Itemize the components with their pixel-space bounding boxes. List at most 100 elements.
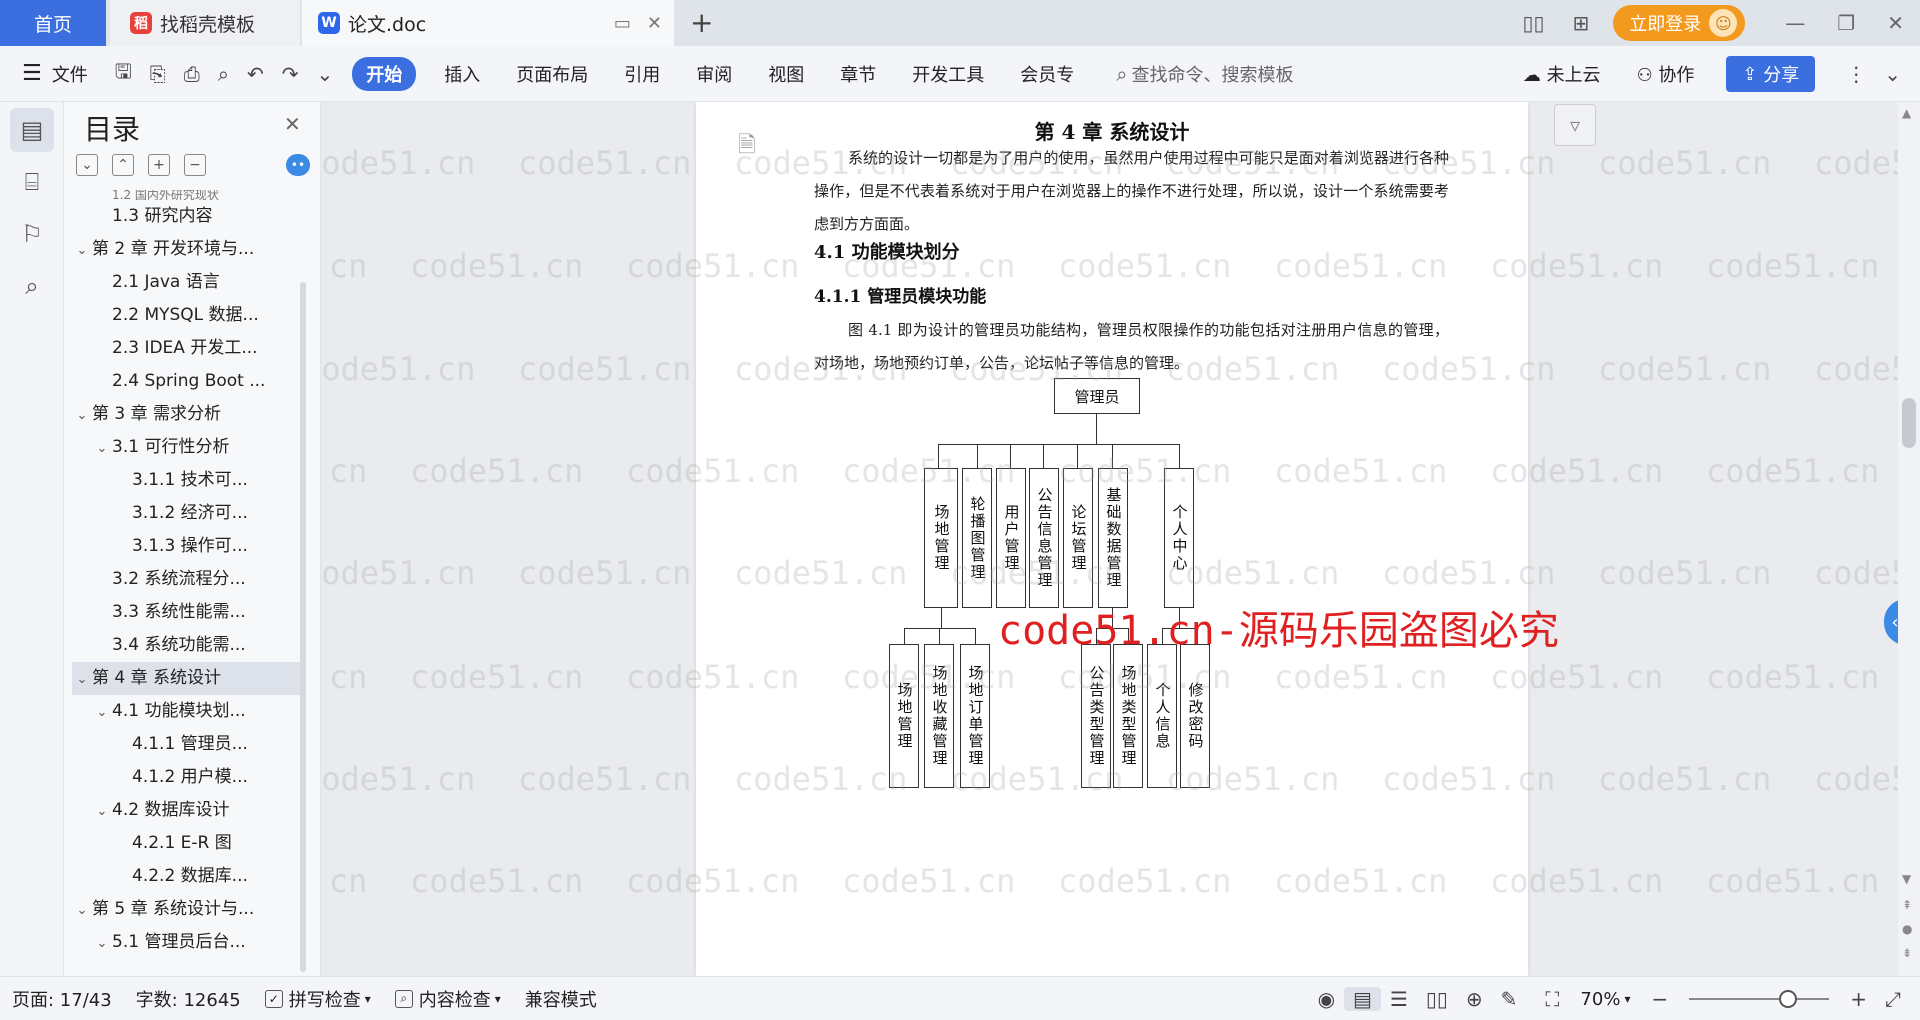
print-preview-icon[interactable]: ⌕ [209, 62, 238, 86]
chevron-down-icon[interactable]: ⌄ [92, 696, 112, 728]
new-tab-button[interactable]: + [690, 6, 713, 39]
minimize-icon[interactable]: — [1785, 11, 1805, 35]
ribbon-tab-layout[interactable]: 页面布局 [498, 61, 606, 87]
reading-view-icon[interactable]: ▯▯ [1417, 987, 1457, 1011]
content-check-button[interactable]: ⌕ 内容检查 ▾ [383, 986, 513, 1012]
ribbon-tab-chapter[interactable]: 章节 [822, 61, 894, 87]
toc-item[interactable]: ⌄ 4.2 数据库设计 [72, 794, 302, 827]
ribbon-tab-review[interactable]: 审阅 [678, 61, 750, 87]
word-count[interactable]: 字数: 12645 [124, 986, 253, 1012]
document-vertical-scrollbar[interactable]: ▲ ▼ ⇞ ● ⇟ [1898, 102, 1920, 976]
chevron-down-icon[interactable]: ⌄ [92, 927, 112, 959]
bookmark-icon[interactable]: ⚐ [10, 212, 54, 256]
tab-document[interactable]: W 论文.doc ▭ ✕ [302, 0, 674, 46]
screen-icon[interactable]: ▭ [614, 13, 631, 34]
share-button[interactable]: ⇪ 分享 [1726, 56, 1816, 92]
web-view-icon[interactable]: ⊕ [1457, 987, 1492, 1011]
fit-page-icon[interactable]: ⛶ [1536, 987, 1568, 1011]
layout-icon[interactable]: ▯▯ [1523, 11, 1545, 35]
side-panel-toggle-icon[interactable]: ‹ [1884, 599, 1898, 645]
collapse-all-icon[interactable]: ⌃ [112, 154, 134, 176]
command-search-input[interactable]: ⌕ 查找命令、搜索模板 [1092, 61, 1293, 87]
toc-panel-icon[interactable]: ▤ [10, 108, 54, 152]
toc-item[interactable]: ⌄ 3.1 可行性分析 [72, 431, 302, 464]
more-icon[interactable]: ⋮ [1837, 62, 1875, 86]
chapter-nav-icon[interactable]: ⌸ [10, 160, 54, 204]
toc-item[interactable]: 1.2 国内外研究现状 [72, 190, 302, 200]
toc-item[interactable]: 4.1.2 用户模... [72, 761, 302, 794]
export-icon[interactable]: ⎘ [141, 62, 175, 86]
toc-item[interactable]: 2.1 Java 语言 [72, 266, 302, 299]
toc-item[interactable]: ⌄ 第 5 章 系统设计与... [72, 893, 302, 926]
chevron-down-icon[interactable]: ⌄ [72, 234, 92, 266]
zoom-out-icon[interactable]: − [1642, 987, 1677, 1011]
toc-item[interactable]: 3.4 系统功能需... [72, 629, 302, 662]
toc-item[interactable]: 3.2 系统流程分... [72, 563, 302, 596]
fullscreen-icon[interactable]: ⤢ [1876, 987, 1910, 1011]
toc-item[interactable]: ⌄ 5.1 管理员后台... [72, 926, 302, 959]
ribbon-tab-insert[interactable]: 插入 [426, 61, 498, 87]
scroll-down-icon[interactable]: ▼ [1902, 872, 1911, 886]
toc-item[interactable]: 3.3 系统性能需... [72, 596, 302, 629]
page-indicator[interactable]: 页面: 17/43 [0, 986, 124, 1012]
toc-item[interactable]: 2.2 MYSQL 数据... [72, 299, 302, 332]
toc-item[interactable]: 3.1.2 经济可... [72, 497, 302, 530]
zoom-level[interactable]: 70% ▾ [1568, 989, 1642, 1010]
comment-panel-icon[interactable]: ▿ [1554, 104, 1596, 146]
toc-item[interactable]: 2.3 IDEA 开发工... [72, 332, 302, 365]
zoom-in-icon[interactable]: + [1841, 987, 1876, 1011]
toc-item[interactable]: ⌄ 第 4 章 系统设计 [72, 662, 302, 695]
ribbon-tab-home[interactable]: 开始 [352, 56, 417, 91]
next-page-icon[interactable]: ⇟ [1902, 946, 1912, 960]
chevron-down-icon[interactable]: ⌄ [72, 399, 92, 431]
page-view-icon[interactable]: ▤ [1344, 987, 1381, 1011]
restore-icon[interactable]: ❐ [1837, 11, 1855, 35]
toc-item[interactable]: ⌄ 第 2 章 开发环境与... [72, 233, 302, 266]
tab-home[interactable]: 首页 [0, 0, 106, 46]
prev-page-icon[interactable]: ⇞ [1902, 898, 1912, 912]
toc-item[interactable]: 4.1.1 管理员... [72, 728, 302, 761]
chevron-down-icon[interactable]: ⌄ [72, 663, 92, 695]
scroll-up-icon[interactable]: ▲ [1902, 106, 1911, 120]
chevron-down-icon[interactable]: ⌄ [308, 62, 343, 86]
toc-scrollbar[interactable] [300, 282, 306, 972]
zoom-slider-knob[interactable] [1779, 990, 1798, 1008]
compat-mode[interactable]: 兼容模式 [513, 986, 609, 1012]
toc-item[interactable]: 3.1.1 技术可... [72, 464, 302, 497]
ai-assistant-icon[interactable]: •• [286, 154, 310, 176]
remove-heading-icon[interactable]: − [184, 154, 206, 176]
file-menu[interactable]: ☰ 文件 [0, 61, 106, 87]
toc-item[interactable]: 1.3 研究内容 [72, 200, 302, 233]
close-icon[interactable]: ✕ [284, 112, 301, 136]
apps-grid-icon[interactable]: ⊞ [1573, 11, 1590, 35]
find-icon[interactable]: ⌕ [10, 264, 54, 308]
undo-icon[interactable]: ↶ [238, 62, 273, 86]
eye-protect-icon[interactable]: ◉ [1309, 987, 1344, 1011]
chevron-down-icon[interactable]: ⌄ [92, 432, 112, 464]
chevron-down-icon[interactable]: ⌄ [72, 894, 92, 926]
add-heading-icon[interactable]: + [148, 154, 170, 176]
toc-item[interactable]: 4.2.1 E-R 图 [72, 827, 302, 860]
chevron-down-icon[interactable]: ⌄ [92, 795, 112, 827]
tab-template[interactable]: 稻 找稻壳模板 [110, 0, 300, 46]
save-icon[interactable]: 🖫 [106, 57, 141, 91]
scrollbar-thumb[interactable] [1902, 398, 1916, 448]
write-mode-icon[interactable]: ✎ [1492, 987, 1527, 1011]
expand-all-icon[interactable]: ⌄ [76, 154, 98, 176]
close-tab-icon[interactable]: ✕ [647, 13, 662, 34]
select-browse-icon[interactable]: ● [1902, 922, 1912, 936]
login-button[interactable]: 立即登录 ☺ [1613, 5, 1746, 41]
print-icon[interactable]: ⎙ [175, 62, 209, 86]
spell-check-button[interactable]: ✓ 拼写检查 ▾ [253, 986, 383, 1012]
zoom-slider[interactable] [1689, 990, 1830, 1008]
ribbon-tab-member[interactable]: 会员专 [1002, 61, 1092, 87]
ribbon-tab-developer[interactable]: 开发工具 [894, 61, 1002, 87]
outline-view-icon[interactable]: ☰ [1381, 987, 1417, 1011]
toc-item[interactable]: ⌄ 第 3 章 需求分析 [72, 398, 302, 431]
toc-item[interactable]: 4.2.2 数据库... [72, 860, 302, 893]
ribbon-tab-references[interactable]: 引用 [606, 61, 678, 87]
collaborate-button[interactable]: ⚇ 协作 [1619, 61, 1713, 87]
redo-icon[interactable]: ↷ [273, 62, 308, 86]
toc-item[interactable]: 3.1.3 操作可... [72, 530, 302, 563]
toc-item[interactable]: 2.4 Spring Boot ... [72, 365, 302, 398]
